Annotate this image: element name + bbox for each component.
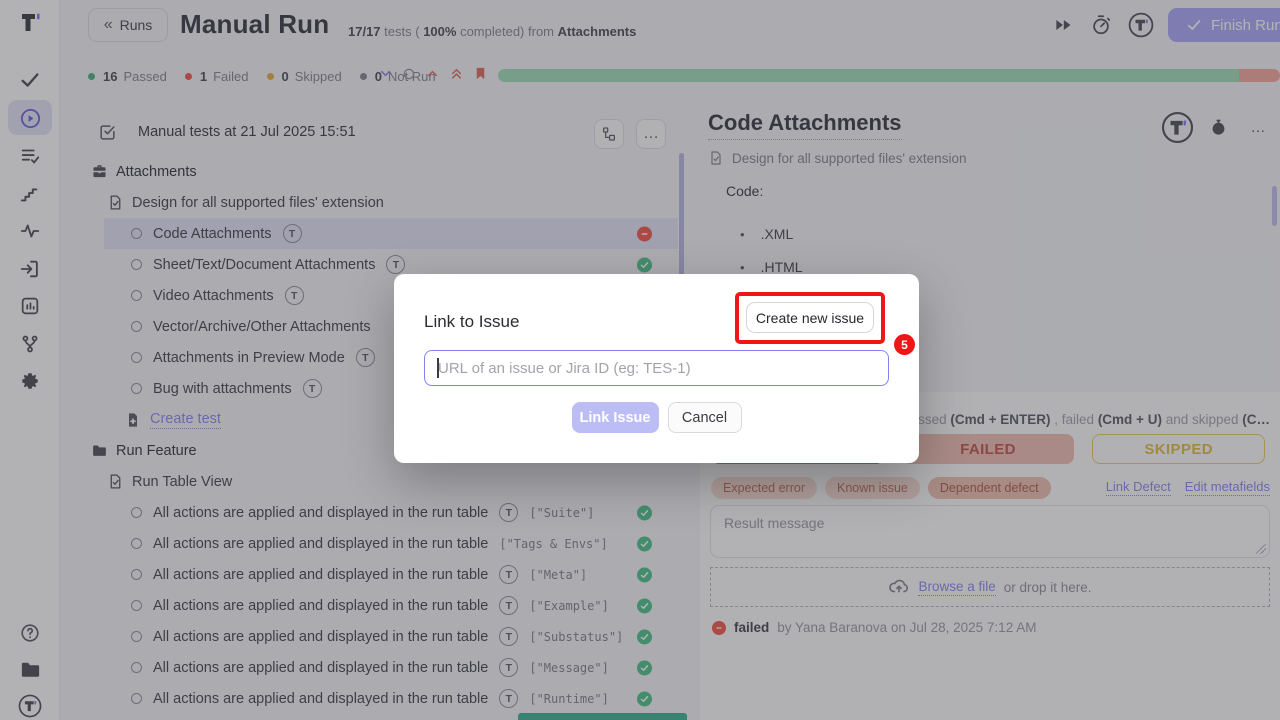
annotation-step-badge: 5 — [894, 334, 915, 355]
modal-title: Link to Issue — [424, 312, 519, 332]
text-caret — [437, 358, 439, 378]
issue-url-input[interactable] — [424, 350, 889, 386]
cancel-button[interactable]: Cancel — [668, 402, 742, 433]
link-issue-button[interactable]: Link Issue — [572, 402, 659, 433]
annotation-highlight-box — [735, 292, 885, 344]
